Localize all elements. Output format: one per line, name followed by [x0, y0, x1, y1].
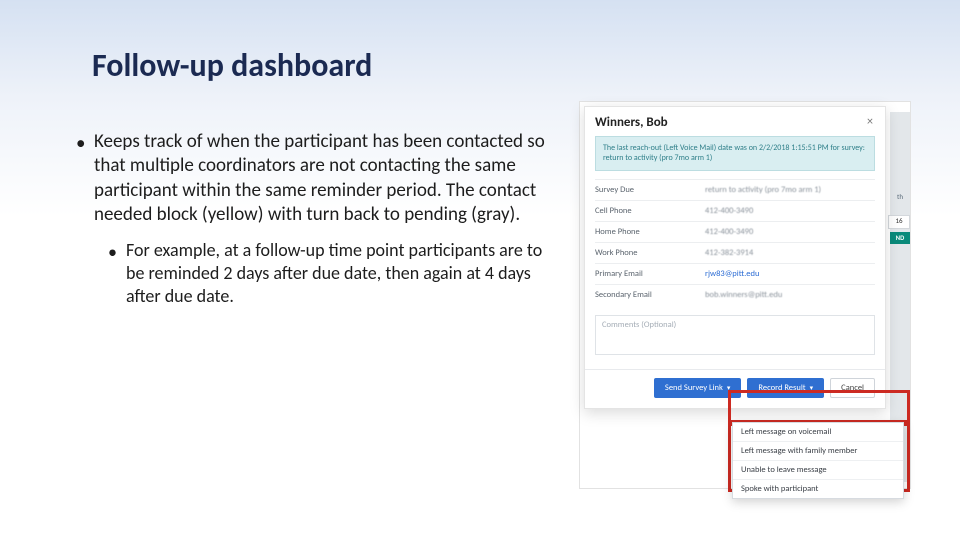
dropdown-item-unable[interactable]: Unable to leave message [733, 461, 903, 480]
chevron-down-icon: ▾ [810, 383, 814, 392]
page-title: Follow-up dashboard [92, 46, 372, 85]
dropdown-item-voicemail[interactable]: Left message on voicemail [733, 423, 903, 442]
chevron-down-icon: ▾ [727, 383, 731, 392]
row-label: Home Phone [595, 227, 705, 237]
row-value: bob.winners@pitt.edu [705, 290, 875, 300]
contact-rows: Survey Due return to activity (pro 7mo a… [585, 179, 885, 305]
send-survey-link-button[interactable]: Send Survey Link ▾ [654, 378, 741, 398]
close-icon[interactable]: × [865, 115, 875, 129]
row-survey-due: Survey Due return to activity (pro 7mo a… [595, 179, 875, 200]
row-work-phone: Work Phone 412-382-3914 [595, 242, 875, 263]
row-primary-email: Primary Email rjw83@pitt.edu [595, 263, 875, 284]
record-result-dropdown: Left message on voicemail Left message w… [732, 422, 904, 499]
row-value-link[interactable]: rjw83@pitt.edu [705, 269, 875, 279]
modal-footer: Send Survey Link ▾ Record Result ▾ Cance… [585, 369, 885, 408]
reachout-modal: Winners, Bob × The last reach-out (Left … [584, 106, 886, 409]
row-label: Survey Due [595, 185, 705, 195]
last-reachout-banner: The last reach-out (Left Voice Mail) dat… [595, 136, 875, 171]
modal-header: Winners, Bob × [585, 107, 885, 136]
dropdown-item-family[interactable]: Left message with family member [733, 442, 903, 461]
comments-input[interactable]: Comments (Optional) [595, 315, 875, 355]
bullet-1: • Keeps track of when the participant ha… [76, 130, 556, 227]
row-label: Primary Email [595, 269, 705, 279]
row-label: Secondary Email [595, 290, 705, 300]
bullet-1-text: Keeps track of when the participant has … [94, 130, 556, 227]
dropdown-item-spoke[interactable]: Spoke with participant [733, 480, 903, 498]
row-label: Work Phone [595, 248, 705, 258]
behind-th: th [890, 192, 910, 202]
bullet-1-1-text: For example, at a follow-up time point p… [126, 239, 556, 308]
row-value: 412-400-3490 [705, 227, 875, 237]
slide: Follow-up dashboard • Keeps track of whe… [0, 0, 960, 540]
bullet-1-1: • For example, at a follow-up time point… [108, 239, 556, 308]
send-label: Send Survey Link [665, 383, 723, 393]
row-value: return to activity (pro 7mo arm 1) [705, 185, 875, 195]
record-label: Record Result [758, 383, 805, 393]
row-value: 412-400-3490 [705, 206, 875, 216]
behind-nd-badge: ND [890, 232, 910, 244]
bullet-list: • Keeps track of when the participant ha… [76, 130, 556, 308]
cancel-button[interactable]: Cancel [830, 378, 875, 398]
row-value: 412-382-3914 [705, 248, 875, 258]
record-result-button[interactable]: Record Result ▾ [747, 378, 824, 398]
modal-title: Winners, Bob [595, 115, 668, 130]
row-home-phone: Home Phone 412-400-3490 [595, 221, 875, 242]
row-cell-phone: Cell Phone 412-400-3490 [595, 200, 875, 221]
behind-16: 16 [888, 215, 910, 229]
row-label: Cell Phone [595, 206, 705, 216]
bullet-dot: • [108, 239, 126, 308]
bullet-dot: • [76, 130, 94, 227]
row-secondary-email: Secondary Email bob.winners@pitt.edu [595, 284, 875, 305]
